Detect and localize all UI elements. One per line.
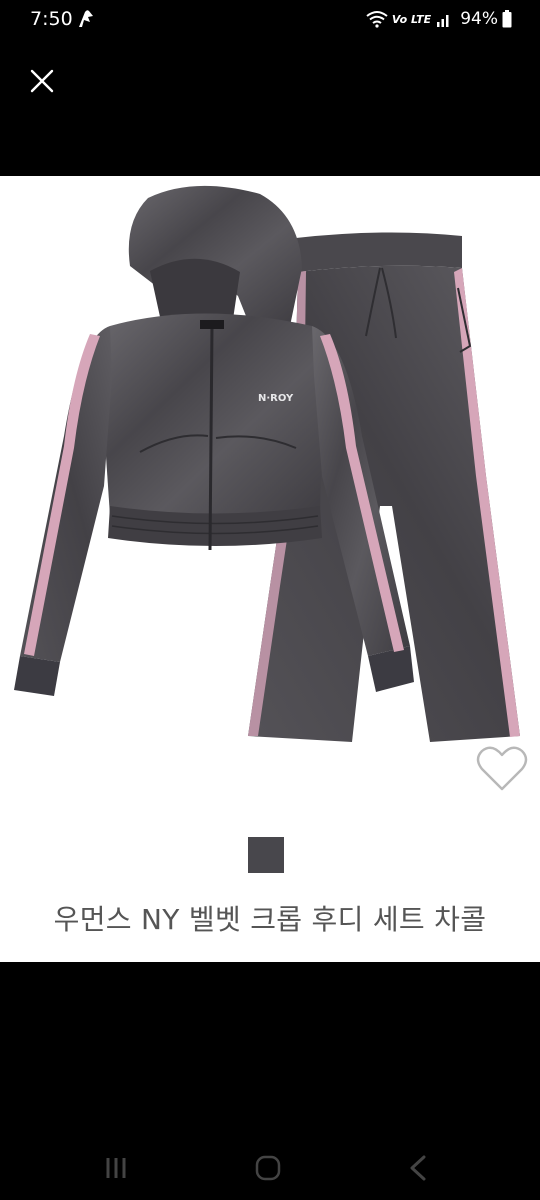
app-notification-icon	[76, 8, 96, 30]
brand-mark: N·ROY	[258, 393, 294, 404]
status-bar: 7:50 Vo LTE 94%	[0, 0, 540, 40]
back-button[interactable]	[378, 1140, 458, 1200]
background-gap	[0, 962, 540, 1140]
close-icon	[29, 68, 55, 98]
home-button[interactable]	[228, 1140, 308, 1200]
navigation-bar	[0, 1140, 540, 1200]
wifi-icon	[366, 10, 388, 28]
home-icon	[255, 1155, 281, 1185]
status-time: 7:50	[30, 8, 73, 30]
recents-icon	[104, 1156, 128, 1184]
color-swatch[interactable]	[248, 837, 284, 873]
close-button[interactable]	[20, 61, 64, 105]
battery-icon	[502, 10, 512, 28]
battery-percent: 94%	[460, 9, 498, 29]
favorite-button[interactable]	[476, 745, 528, 793]
product-image[interactable]: N·ROY	[0, 176, 540, 796]
signal-icon	[436, 11, 452, 27]
product-title: 우먼스 NY 벨벳 크롭 후디 세트 차콜	[53, 903, 487, 936]
back-icon	[408, 1155, 428, 1185]
recents-button[interactable]	[76, 1140, 156, 1200]
volte-label: Vo LTE	[391, 12, 432, 26]
heart-outline-icon	[476, 746, 528, 797]
status-indicators: Vo LTE 94%	[366, 9, 512, 29]
product-card: N·ROY 우먼스 NY 벨벳 크롭 후디 세트 차콜	[0, 176, 540, 962]
